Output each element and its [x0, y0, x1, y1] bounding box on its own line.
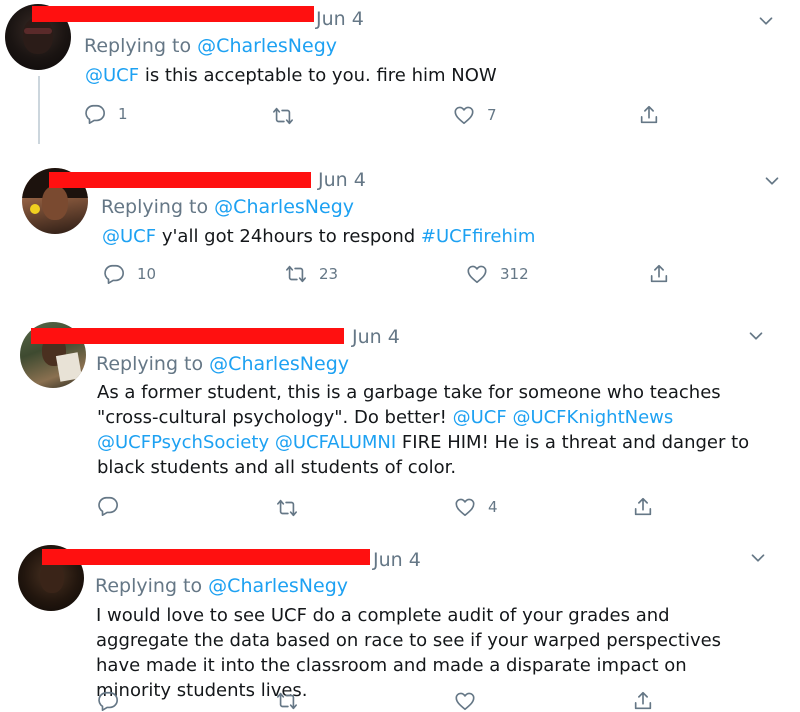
reply-button[interactable] — [97, 495, 131, 517]
replying-to-label: Replying to — [96, 353, 204, 375]
avatar-face — [42, 186, 68, 220]
chevron-down-icon[interactable] — [745, 325, 767, 347]
like-button[interactable]: 312 — [466, 263, 529, 285]
replying-to: Replying to @CharlesNegy — [95, 575, 348, 598]
like-icon — [454, 496, 476, 518]
redacted-username — [32, 6, 314, 22]
replying-to: Replying to @CharlesNegy — [96, 353, 349, 376]
reply-icon — [103, 263, 125, 285]
avatar-face — [40, 563, 64, 593]
like-icon — [453, 104, 475, 126]
tweet-date[interactable]: Jun 4 — [318, 171, 366, 190]
like-icon — [466, 263, 488, 285]
replying-to: Replying to @CharlesNegy — [101, 196, 354, 219]
share-button[interactable] — [632, 496, 654, 518]
retweet-button[interactable] — [276, 690, 298, 712]
mention-link[interactable]: @UCF — [453, 407, 507, 428]
retweet-icon — [276, 497, 298, 519]
retweet-icon — [272, 105, 294, 127]
replying-to: Replying to @CharlesNegy — [84, 35, 337, 58]
tweet[interactable]: Jun 4 Replying to @CharlesNegy I would l… — [0, 535, 800, 700]
like-icon — [454, 690, 476, 712]
share-icon — [632, 496, 654, 518]
tweet-text: @UCF is this acceptable to you. fire him… — [85, 63, 765, 88]
mention-link[interactable]: @UCF — [85, 65, 139, 86]
mention-link[interactable]: @UCF — [102, 226, 156, 247]
mention-link[interactable]: @UCFPsychSociety — [97, 432, 269, 453]
chevron-down-icon[interactable] — [761, 170, 783, 192]
tweet[interactable]: Jun 4 Replying to @CharlesNegy As a form… — [0, 310, 800, 535]
tweet[interactable]: Jun 4 Replying to @CharlesNegy @UCF y'al… — [0, 150, 800, 310]
tweet-text-run: is this acceptable to you. fire him NOW — [139, 65, 497, 86]
redacted-username — [42, 549, 370, 565]
retweet-button[interactable]: 23 — [285, 263, 338, 285]
tweet-text: @UCF y'all got 24hours to respond #UCFfi… — [102, 224, 782, 249]
replying-to-label: Replying to — [95, 575, 203, 597]
avatar-face — [23, 18, 53, 54]
mention-link[interactable]: @UCFKnightNews — [512, 407, 673, 428]
tweet-text-run: I would love to see UCF do a complete au… — [96, 605, 722, 701]
reply-count: 10 — [137, 265, 157, 283]
tweet[interactable]: Jun 4 Replying to @CharlesNegy @UCF is t… — [0, 0, 800, 150]
retweet-button[interactable] — [272, 105, 306, 127]
tweet-date[interactable]: Jun 4 — [316, 10, 364, 29]
reply-button[interactable]: 1 — [84, 103, 128, 125]
replying-to-mention[interactable]: @CharlesNegy — [197, 35, 337, 57]
redacted-username — [49, 172, 311, 188]
replying-to-label: Replying to — [101, 196, 209, 218]
avatar-flower — [30, 204, 40, 214]
mention-link[interactable]: @UCFALUMNI — [275, 432, 396, 453]
redacted-username — [31, 328, 344, 344]
share-button[interactable] — [638, 104, 660, 126]
tweet-text: As a former student, this is a garbage t… — [97, 380, 757, 480]
retweet-button[interactable] — [276, 497, 310, 519]
like-count: 4 — [488, 498, 498, 516]
share-button[interactable] — [648, 263, 670, 285]
tweet-text: I would love to see UCF do a complete au… — [96, 603, 764, 703]
like-button[interactable] — [454, 690, 476, 712]
replying-to-label: Replying to — [84, 35, 192, 57]
replying-to-mention[interactable]: @CharlesNegy — [214, 196, 354, 218]
chevron-down-icon[interactable] — [747, 547, 769, 569]
like-button[interactable]: 7 — [453, 104, 497, 126]
retweet-icon — [276, 690, 298, 712]
chevron-down-icon[interactable] — [755, 10, 777, 32]
replying-to-mention[interactable]: @CharlesNegy — [209, 353, 349, 375]
tweet-date[interactable]: Jun 4 — [352, 328, 400, 347]
like-button[interactable]: 4 — [454, 496, 498, 518]
reply-icon — [84, 103, 106, 125]
like-count: 312 — [500, 265, 529, 283]
reply-icon — [97, 495, 119, 517]
like-count: 7 — [487, 106, 497, 124]
tweet-text-run: y'all got 24hours to respond — [156, 226, 421, 247]
share-icon — [648, 263, 670, 285]
reply-button[interactable]: 10 — [103, 263, 156, 285]
reply-count: 1 — [118, 105, 128, 123]
share-button[interactable] — [632, 690, 654, 712]
reply-icon — [97, 690, 119, 712]
share-icon — [632, 690, 654, 712]
share-icon — [638, 104, 660, 126]
hashtag-link[interactable]: #UCFfirehim — [421, 226, 536, 247]
thread-line — [38, 76, 40, 144]
retweet-count: 23 — [319, 265, 339, 283]
replying-to-mention[interactable]: @CharlesNegy — [208, 575, 348, 597]
retweet-icon — [285, 263, 307, 285]
avatar-glasses — [24, 28, 52, 34]
avatar-paper — [55, 352, 83, 382]
reply-button[interactable] — [97, 690, 119, 712]
tweet-date[interactable]: Jun 4 — [373, 551, 421, 570]
